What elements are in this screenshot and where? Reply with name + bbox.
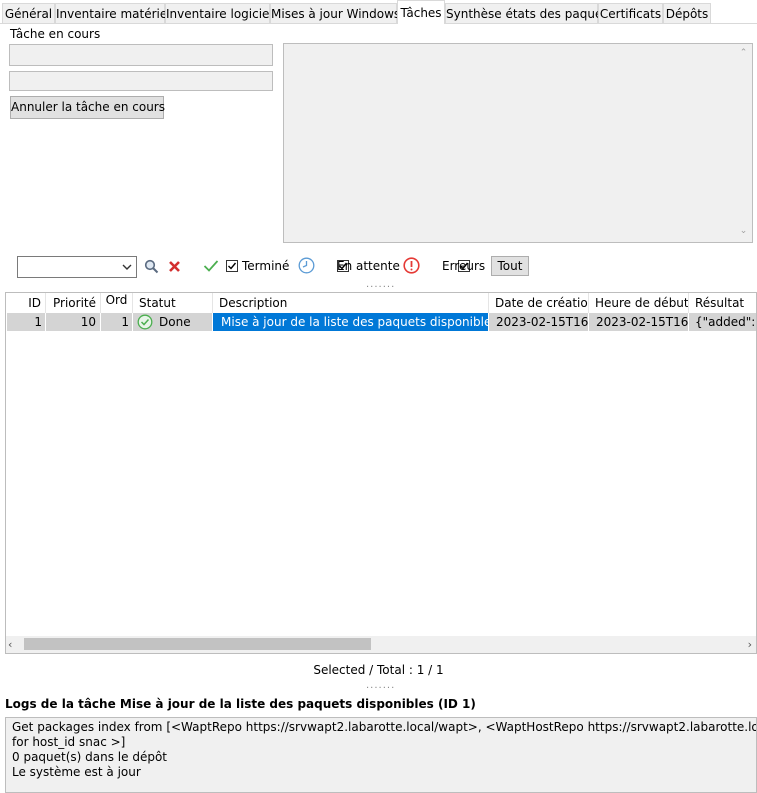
selection-status: Selected / Total : 1 / 1 bbox=[313, 663, 444, 677]
done-checkbox[interactable] bbox=[226, 260, 238, 272]
column-header-id[interactable]: ID bbox=[6, 293, 46, 313]
splitter-handle-bottom[interactable]: ....... bbox=[366, 680, 395, 691]
done-check-icon bbox=[203, 260, 219, 272]
column-header-priority[interactable]: Priorité bbox=[46, 293, 101, 313]
cell-order: 1 bbox=[101, 313, 133, 331]
cell-created: 2023-02-15T16... bbox=[489, 313, 589, 331]
errors-filter-label: Erreurs bbox=[442, 259, 486, 273]
log-line: Get packages index from [<WaptRepo https… bbox=[12, 720, 756, 734]
cell-status: Done bbox=[133, 313, 213, 331]
filter-combo[interactable] bbox=[17, 256, 137, 278]
error-icon bbox=[403, 257, 420, 274]
column-header-status[interactable]: Statut bbox=[133, 293, 213, 313]
tab-package-status[interactable]: Synthèse états des paquets bbox=[445, 3, 613, 23]
tab-bar: Général Inventaire matériel Inventaire l… bbox=[0, 0, 757, 24]
current-task-label: Tâche en cours bbox=[10, 27, 101, 41]
cell-result: {"added":[] bbox=[689, 313, 756, 331]
logs-area[interactable]: Get packages index from [<WaptRepo https… bbox=[5, 717, 757, 793]
scrollbar-thumb[interactable] bbox=[24, 638, 371, 650]
tab-windows-updates[interactable]: Mises à jour Windows bbox=[270, 3, 400, 23]
column-header-description[interactable]: Description bbox=[213, 293, 489, 313]
task-output-area[interactable]: ⌃ ⌄ bbox=[283, 43, 753, 243]
cell-priority: 10 bbox=[46, 313, 101, 331]
column-header-order[interactable]: Ord bbox=[101, 293, 133, 313]
task-progress-bar bbox=[9, 71, 273, 91]
column-header-start[interactable]: Heure de début bbox=[589, 293, 689, 313]
pending-filter-label: En attente bbox=[337, 259, 400, 273]
tab-hardware-inventory[interactable]: Inventaire matériel bbox=[55, 3, 171, 23]
done-status-icon bbox=[137, 314, 153, 330]
search-icon[interactable] bbox=[144, 259, 159, 274]
cell-description: Mise à jour de la liste des paquets disp… bbox=[213, 313, 489, 331]
cell-id: 1 bbox=[7, 313, 46, 331]
tab-general[interactable]: Général bbox=[2, 3, 55, 23]
tab-tasks[interactable]: Tâches bbox=[397, 0, 445, 24]
tab-repositories[interactable]: Dépôts bbox=[663, 3, 711, 23]
log-line: Le système est à jour bbox=[12, 765, 141, 779]
scroll-up-icon[interactable]: ⌃ bbox=[735, 48, 752, 62]
cancel-task-button[interactable]: Annuler la tâche en cours bbox=[10, 96, 165, 119]
column-header-result[interactable]: Résultat bbox=[689, 293, 756, 313]
log-line: for host_id snac >] bbox=[12, 735, 126, 749]
tasks-grid[interactable]: ID Priorité Ord Statut Description Date … bbox=[5, 292, 757, 654]
log-line: 0 paquet(s) dans le dépôt bbox=[12, 750, 167, 764]
cell-start: 2023-02-15T16... bbox=[589, 313, 689, 331]
scroll-right-icon[interactable]: › bbox=[748, 638, 752, 651]
status-text: Done bbox=[159, 315, 191, 329]
clock-icon bbox=[298, 257, 315, 274]
clear-filter-icon[interactable] bbox=[168, 260, 181, 273]
current-task-field bbox=[9, 44, 273, 66]
column-header-created[interactable]: Date de création bbox=[489, 293, 589, 313]
scroll-left-icon[interactable]: ‹ bbox=[8, 638, 12, 651]
horizontal-scrollbar[interactable]: ‹ › bbox=[6, 636, 756, 653]
done-filter-label: Terminé bbox=[242, 259, 290, 273]
tab-software-inventory[interactable]: Inventaire logiciel bbox=[165, 3, 273, 23]
logs-title: Logs de la tâche Mise à jour de la liste… bbox=[5, 697, 476, 711]
splitter-handle[interactable]: ....... bbox=[366, 279, 395, 290]
tab-certificates[interactable]: Certificats bbox=[598, 3, 663, 23]
scroll-down-icon[interactable]: ⌄ bbox=[735, 226, 752, 240]
chevron-down-icon bbox=[122, 264, 132, 270]
all-filter-button[interactable]: Tout bbox=[491, 256, 529, 276]
